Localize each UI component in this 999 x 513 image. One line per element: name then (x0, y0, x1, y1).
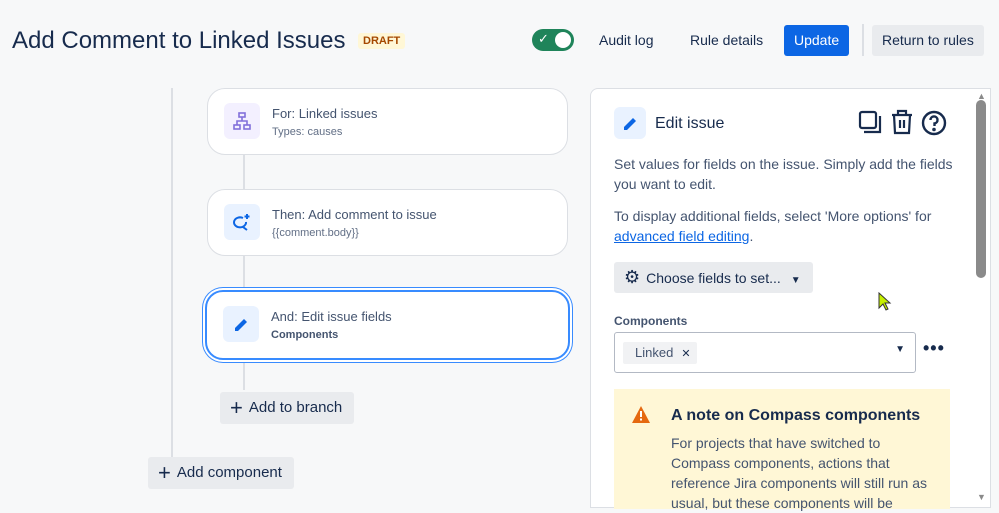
add-component-button[interactable]: + Add component (148, 457, 294, 489)
warning-icon (632, 406, 650, 423)
add-component-label: Add component (176, 464, 282, 481)
card-subtitle: {{comment.body}} (272, 227, 359, 239)
flow-card-linked-issues[interactable]: For: Linked issues Types: causes (207, 88, 568, 155)
audit-log-button[interactable]: Audit log (589, 25, 663, 56)
panel-description-2: To display additional fields, select 'Mo… (614, 208, 932, 244)
panel-title: Edit issue (655, 115, 725, 132)
divider (862, 24, 864, 56)
tag-label: Linked (635, 345, 674, 360)
compass-note: A note on Compass components For project… (614, 389, 950, 511)
components-select[interactable]: Linked ✕ ▼ (614, 332, 916, 373)
rule-enabled-toggle[interactable]: ✓ (532, 29, 574, 51)
choose-fields-label: Choose fields to set... (646, 270, 781, 286)
scrollbar-thumb[interactable] (976, 100, 986, 278)
rule-details-button[interactable]: Rule details (680, 25, 773, 56)
flow-card-edit-issue[interactable]: And: Edit issue fields Components (205, 290, 570, 360)
card-subtitle: Components (271, 329, 339, 341)
flow-card-add-comment[interactable]: Then: Add comment to issue {{comment.bod… (207, 189, 568, 256)
plus-icon: + (158, 460, 171, 485)
scroll-down-icon[interactable]: ▼ (977, 492, 986, 502)
more-options-icon[interactable]: ••• (923, 338, 945, 359)
advanced-field-editing-link[interactable]: advanced field editing (614, 228, 749, 244)
add-to-branch-label: Add to branch (248, 399, 343, 416)
panel-description: Set values for fields on the issue. Simp… (614, 156, 953, 192)
plus-icon: + (230, 395, 243, 420)
return-to-rules-button[interactable]: Return to rules (872, 25, 984, 56)
card-title: And: Edit issue fields (271, 309, 392, 324)
choose-fields-button[interactable]: ⚙ Choose fields to set... ▼ (614, 262, 813, 293)
add-to-branch-button[interactable]: + Add to branch (220, 392, 355, 424)
delete-icon[interactable] (890, 109, 914, 140)
desc-text: To display additional fields, select 'Mo… (614, 208, 932, 224)
help-icon[interactable] (921, 110, 947, 141)
duplicate-icon[interactable] (858, 110, 882, 139)
page-title: Add Comment to Linked Issues (12, 27, 346, 54)
components-label: Components (614, 314, 688, 328)
comment-add-icon (224, 204, 260, 240)
mouse-cursor-icon (878, 292, 892, 311)
gear-icon: ⚙ (624, 267, 641, 287)
update-button[interactable]: Update (784, 25, 850, 56)
card-subtitle: Types: causes (272, 126, 343, 138)
card-title: Then: Add comment to issue (272, 207, 437, 222)
chevron-down-icon: ▼ (790, 275, 801, 286)
pencil-icon (223, 306, 259, 342)
remove-tag-icon[interactable]: ✕ (681, 348, 690, 360)
note-body: For projects that have switched to Compa… (671, 435, 927, 511)
note-title: A note on Compass components (671, 407, 921, 424)
card-title: For: Linked issues (272, 106, 378, 121)
chevron-down-icon: ▼ (895, 344, 905, 355)
flow-line (171, 88, 173, 458)
component-tag: Linked ✕ (623, 342, 697, 364)
draft-badge: DRAFT (358, 33, 406, 49)
check-icon: ✓ (538, 31, 549, 46)
hierarchy-icon (224, 103, 260, 139)
pencil-icon (614, 107, 646, 139)
